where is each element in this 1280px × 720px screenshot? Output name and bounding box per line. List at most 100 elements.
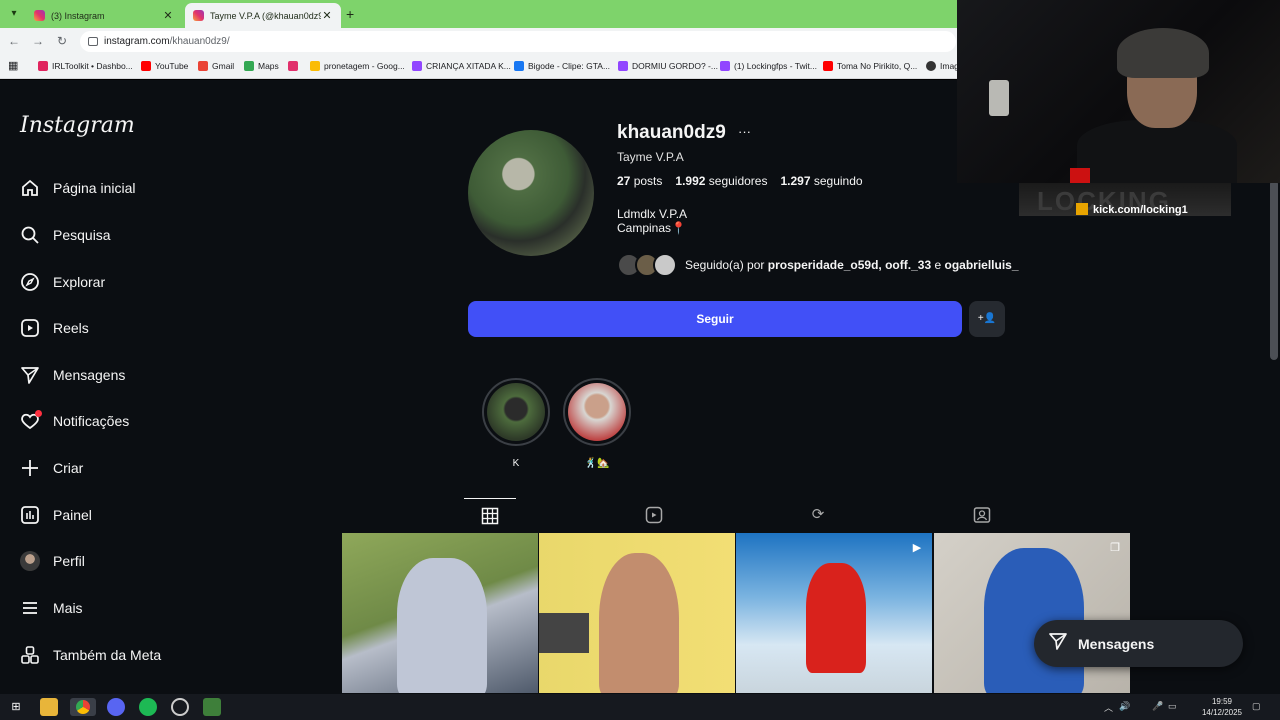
dashboard-icon	[20, 505, 40, 525]
obs-icon[interactable]	[171, 698, 189, 716]
twitch-icon	[618, 61, 628, 71]
bookmark-item[interactable]: YouTube	[141, 61, 188, 71]
bookmark-item[interactable]: Maps	[244, 61, 279, 71]
sidebar-item-label: Criar	[53, 460, 84, 476]
sidebar-item-explore[interactable]: Explorar	[20, 268, 105, 296]
bookmark-item[interactable]: Imag	[926, 61, 959, 71]
plus-icon	[20, 458, 40, 478]
tab-reels[interactable]	[628, 498, 680, 534]
sidebar-item-label: Mais	[53, 600, 83, 616]
close-tab-icon[interactable]: ✕	[321, 9, 333, 22]
browser-tab-instagram[interactable]: (3) Instagram ✕	[26, 3, 182, 28]
url-host: instagram.com	[104, 36, 170, 47]
sidebar-item-create[interactable]: Criar	[20, 454, 83, 482]
sidebar-item-label: Painel	[53, 507, 92, 523]
followers-stat[interactable]: 1.992 seguidores	[675, 174, 767, 188]
taskbar: ⊞ ︿ 🔊 🎤 ▭ 19:59 14/12/2025 ▢	[0, 694, 1280, 720]
bookmark-item[interactable]: Gmail	[198, 61, 234, 71]
post-thumbnail[interactable]	[342, 533, 538, 693]
sidebar-item-search[interactable]: Pesquisa	[20, 221, 111, 249]
volume-icon[interactable]: 🔊	[1119, 701, 1130, 712]
sidebar-item-also-from-meta[interactable]: Também da Meta	[20, 641, 161, 669]
sidebar-item-profile[interactable]: Perfil	[20, 547, 85, 575]
bookmark-item[interactable]: (1) Lockingfps - Twit...	[720, 61, 817, 71]
forward-icon[interactable]: →	[30, 33, 46, 49]
facebook-icon	[514, 61, 524, 71]
bookmark-item[interactable]: DORMIU GORDO? -...	[618, 61, 718, 71]
highlight-cover	[487, 383, 545, 441]
bookmark-label: Gmail	[212, 61, 235, 71]
bookmark-item[interactable]: pronetagem - Goog...	[310, 61, 405, 71]
post-thumbnail[interactable]	[539, 533, 735, 693]
new-tab-icon[interactable]: +	[346, 6, 354, 22]
site-info-icon[interactable]	[88, 37, 98, 46]
taskbar-clock[interactable]: 19:59 14/12/2025	[1200, 696, 1244, 718]
send-icon	[20, 365, 40, 385]
bookmark-item[interactable]: CRIANÇA XITADA K...	[412, 61, 511, 71]
sidebar-item-dashboard[interactable]: Painel	[20, 501, 92, 529]
post-thumbnail[interactable]: ❐	[934, 533, 1130, 693]
story-highlight[interactable]: 🕺🏡	[563, 378, 631, 469]
back-icon[interactable]: ←	[6, 33, 22, 49]
tagged-icon	[973, 506, 991, 523]
gmail-icon	[198, 61, 208, 71]
story-highlight[interactable]: K	[482, 378, 550, 469]
chrome-icon[interactable]	[70, 698, 96, 716]
home-icon	[20, 178, 40, 198]
profile-avatar[interactable]	[468, 130, 594, 256]
follow-button[interactable]: Seguir	[468, 301, 962, 337]
page-scrollbar[interactable]	[1270, 180, 1278, 360]
sidebar-item-label: Página inicial	[53, 180, 136, 196]
sidebar-item-home[interactable]: Página inicial	[20, 174, 136, 202]
highlight-ring	[482, 378, 550, 446]
tab-posts[interactable]	[464, 498, 516, 534]
notification-center-icon[interactable]: ▢	[1252, 701, 1261, 712]
followers-label: seguidores	[708, 174, 768, 188]
mic-icon[interactable]: 🎤	[1152, 701, 1163, 712]
followed-by-last: ogabrielluis_	[944, 258, 1019, 272]
kick-logo-icon	[1076, 203, 1088, 215]
post-thumbnail[interactable]: ▶	[736, 533, 932, 693]
tab-tagged[interactable]	[956, 498, 1008, 534]
address-bar[interactable]: instagram.com/khauan0dz9/	[80, 31, 956, 52]
reload-icon[interactable]: ↻	[54, 33, 70, 49]
bookmark-label: (1) Lockingfps - Twit...	[734, 61, 817, 71]
posts-count: 27	[617, 174, 631, 188]
sidebar-item-messages[interactable]: Mensagens	[20, 361, 125, 389]
windows-start-icon[interactable]: ⊞	[7, 698, 25, 716]
instagram-logo[interactable]: Instagram	[20, 113, 135, 138]
display-icon[interactable]: ▭	[1168, 701, 1177, 712]
bookmark-item[interactable]: Toma No Pirikito, Q...	[823, 61, 917, 71]
posts-label: posts	[633, 174, 663, 188]
tab-reposts[interactable]: ⟳	[792, 498, 844, 534]
sidebar-item-reels[interactable]: Reels	[20, 314, 89, 342]
suggested-users-button[interactable]: +👤	[969, 301, 1005, 337]
post-figure	[599, 553, 679, 693]
app-icon[interactable]	[203, 698, 221, 716]
more-options-icon[interactable]: ···	[738, 124, 751, 139]
browser-tab-profile[interactable]: Tayme V.P.A (@khauan0dz9) • ✕	[185, 3, 341, 28]
tray-chevron-icon[interactable]: ︿	[1104, 701, 1113, 714]
bookmark-item[interactable]: Bigode - Clipe: GTA...	[514, 61, 610, 71]
followed-by-row[interactable]: Seguido(a) por prosperidade_o59d, ooff._…	[617, 251, 1019, 279]
browser-toolbar: ← → ↻ instagram.com/khauan0dz9/	[0, 28, 957, 55]
apps-grid-icon[interactable]: ▦	[8, 59, 18, 72]
sidebar-item-more[interactable]: Mais	[20, 594, 83, 622]
sidebar-item-notifications[interactable]: Notificações	[20, 407, 129, 435]
profile-avatar-icon	[20, 551, 40, 571]
search-icon	[20, 225, 40, 245]
cup-shape	[989, 80, 1009, 116]
close-tab-icon[interactable]: ✕	[162, 9, 174, 22]
tab-search-icon[interactable]: ▾	[6, 6, 22, 22]
file-explorer-icon[interactable]	[40, 698, 58, 716]
spotify-icon[interactable]	[139, 698, 157, 716]
followed-by-prefix: Seguido(a) por	[685, 258, 765, 272]
following-stat[interactable]: 1.297 seguindo	[780, 174, 862, 188]
post-figure	[539, 613, 589, 653]
messages-floating-button[interactable]: Mensagens	[1034, 620, 1243, 667]
carousel-badge-icon: ❐	[1110, 542, 1120, 554]
discord-icon[interactable]	[107, 698, 125, 716]
bookmark-item[interactable]: IRLToolkit • Dashbo...	[38, 61, 133, 71]
send-icon	[1048, 631, 1068, 656]
bookmark-item[interactable]	[288, 61, 302, 71]
